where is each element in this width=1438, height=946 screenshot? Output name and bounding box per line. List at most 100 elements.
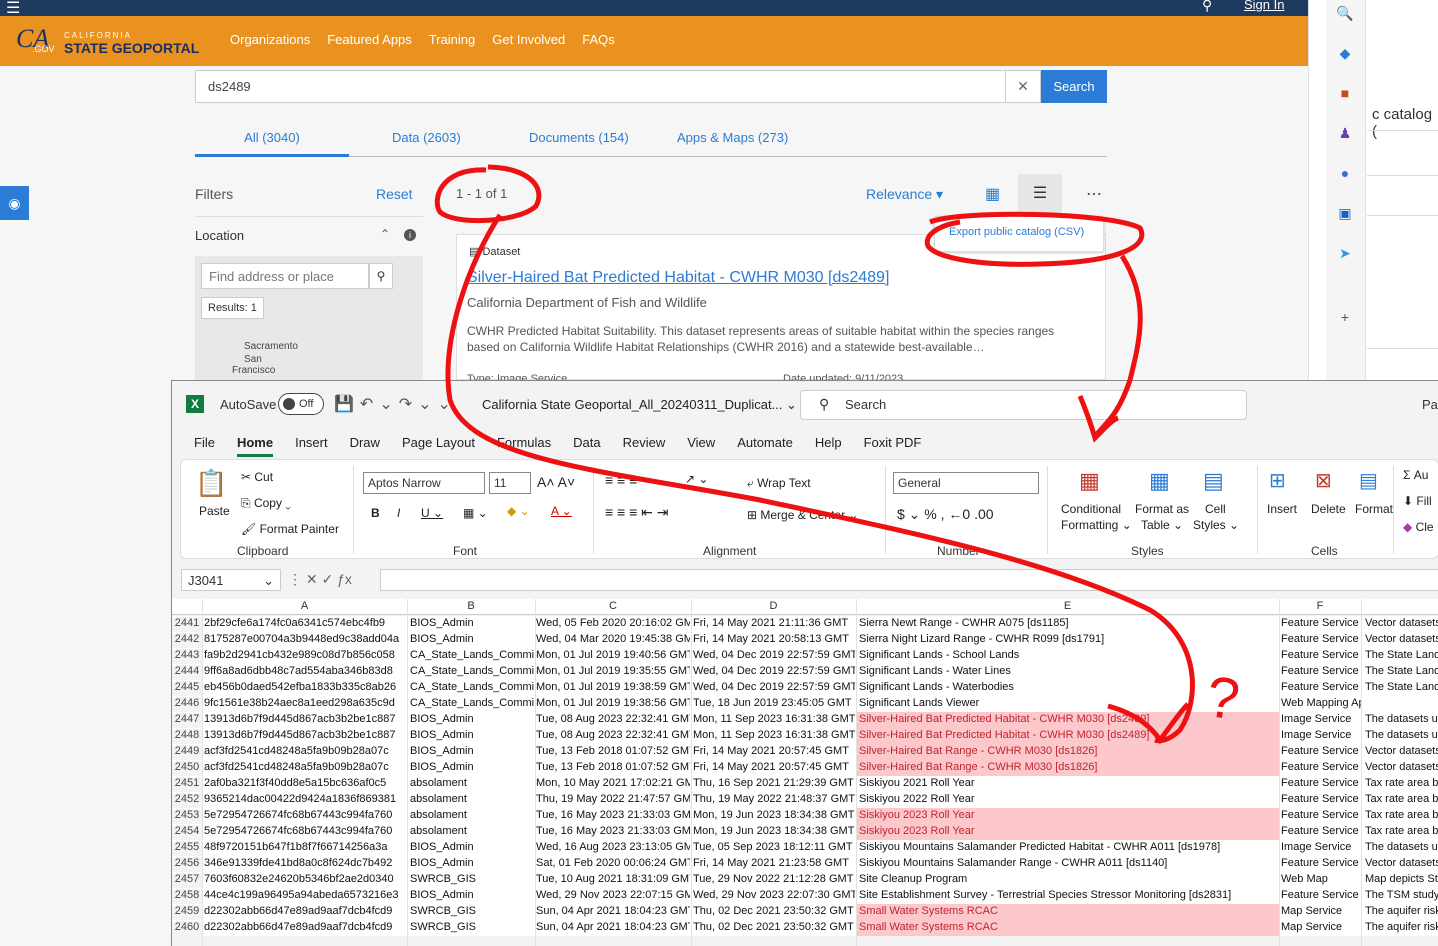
row-number[interactable]: 2456 [172, 857, 202, 873]
format-cells-button[interactable]: Format [1355, 502, 1393, 516]
cell-b[interactable]: absolament [410, 777, 534, 789]
row-number[interactable]: 2443 [172, 649, 202, 665]
send-icon[interactable]: ➤ [1336, 244, 1354, 262]
cell-g[interactable]: The datasets us [1365, 729, 1438, 741]
cell-c[interactable]: Tue, 10 Aug 2021 18:31:09 GMT [536, 873, 690, 885]
cell-a[interactable]: 9fc1561e38b24aec8a1eed298a635c9d [204, 697, 404, 709]
cell-e[interactable]: Small Water Systems RCAC [859, 905, 1277, 917]
cell-g[interactable]: The datasets us [1365, 841, 1438, 853]
cell-f[interactable]: Feature Service [1281, 857, 1361, 869]
table-row[interactable]: 2442 8175287e00704a3b9448ed9c38add04a BIOS… [172, 632, 1438, 649]
cell-g[interactable]: The aquifer risk [1365, 905, 1438, 917]
search-button[interactable]: Search [1041, 70, 1107, 103]
cell-e[interactable]: Siskiyou Mountains Salamander Range - CW… [859, 857, 1277, 869]
search-input[interactable]: ds2489 [195, 70, 1006, 103]
align-left-icon[interactable]: ≡ ≡ ≡ ⇤ ⇥ [605, 504, 669, 521]
wrap-text-button[interactable]: ⤶ Wrap Text [747, 476, 811, 491]
cell-c[interactable]: Wed, 29 Nov 2023 22:07:15 GMT [536, 889, 690, 901]
cell-e[interactable]: Significant Lands - Waterbodies [859, 681, 1277, 693]
cell-g[interactable]: The TSM study a [1365, 889, 1438, 901]
format-as-table-icon[interactable]: ▦ [1149, 468, 1170, 494]
bold-button[interactable]: B [371, 506, 380, 520]
cell-b[interactable]: absolament [410, 825, 534, 837]
cell-e[interactable]: Siskiyou 2023 Roll Year [859, 825, 1277, 837]
cell-f[interactable]: Feature Service [1281, 777, 1361, 789]
tab-view[interactable]: View [687, 435, 715, 457]
search-icon[interactable]: ⚲ [1202, 0, 1212, 14]
cell-b[interactable]: BIOS_Admin [410, 761, 534, 773]
cell-b[interactable]: BIOS_Admin [410, 617, 534, 629]
cell-b[interactable]: BIOS_Admin [410, 857, 534, 869]
cell-c[interactable]: Mon, 10 May 2021 17:02:21 GMT [536, 777, 690, 789]
cell-f[interactable]: Web Mapping Application [1281, 697, 1361, 709]
table-row[interactable]: 2450 acf3fd2541cd48248a5fa9b09b28a07c BIOS… [172, 760, 1438, 777]
cell-c[interactable]: Sun, 04 Apr 2021 18:04:23 GMT [536, 905, 690, 917]
cell-e[interactable]: Significant Lands - Water Lines [859, 665, 1277, 677]
search-icon[interactable]: 🔍 [1336, 4, 1354, 22]
cell-b[interactable]: CA_State_Lands_Commis [410, 649, 534, 661]
cell-d[interactable]: Wed, 04 Dec 2019 22:57:59 GMT [693, 649, 855, 661]
nav-get-involved[interactable]: Get Involved [492, 32, 565, 47]
cell-a[interactable]: 48f9720151b647f1b8f7f66714256a3a [204, 841, 404, 853]
excel-search-box[interactable]: ⚲ Search [800, 390, 1247, 420]
tab-insert[interactable]: Insert [295, 435, 328, 457]
cell-a[interactable]: 346e91339fde41bd8a0c8f624dc7b492 [204, 857, 404, 869]
row-number[interactable]: 2458 [172, 889, 202, 905]
column-header-b[interactable]: B [407, 600, 535, 612]
cell-c[interactable]: Mon, 01 Jul 2019 19:38:56 GMT [536, 697, 690, 709]
ca-gov-logo[interactable]: CA .GOV [16, 24, 58, 58]
location-filter-label[interactable]: Location [195, 228, 244, 243]
cell-a[interactable]: 5e72954726674fc68b67443c994fa760 [204, 809, 404, 821]
cell-b[interactable]: SWRCB_GIS [410, 873, 534, 885]
cell-styles-button[interactable]: Cell [1205, 502, 1226, 516]
format-painter-button[interactable]: 🖌 Format Painter [241, 522, 339, 536]
tab-home[interactable]: Home [236, 435, 274, 457]
cell-e[interactable]: Silver-Haired Bat Range - CWHR M030 [ds1… [859, 745, 1277, 757]
cell-f[interactable]: Feature Service [1281, 665, 1361, 677]
cell-e[interactable]: Site Establishment Survey - Terrestrial … [859, 889, 1277, 901]
cell-g[interactable]: Tax rate area bo [1365, 809, 1438, 821]
cell-c[interactable]: Wed, 04 Mar 2020 19:45:38 GMT [536, 633, 690, 645]
cell-e[interactable]: Siskiyou 2023 Roll Year [859, 809, 1277, 821]
table-row[interactable]: 2448 13913d6b7f9d445d867acb3b2be1c887 BIOS… [172, 728, 1438, 745]
format-as-table-button[interactable]: Format as [1135, 502, 1189, 516]
row-number[interactable]: 2444 [172, 665, 202, 681]
row-number[interactable]: 2457 [172, 873, 202, 889]
cell-a[interactable]: 8175287e00704a3b9448ed9c38add04a [204, 633, 404, 645]
cell-e[interactable]: Sierra Newt Range - CWHR A075 [ds1185] [859, 617, 1277, 629]
clear-search-button[interactable]: ✕ [1006, 70, 1041, 103]
tab-automate[interactable]: Automate [737, 435, 793, 457]
table-row[interactable]: 2452 9365214dac00422d9424a1836f869381 abso… [172, 792, 1438, 809]
cell-b[interactable]: SWRCB_GIS [410, 905, 534, 917]
cell-f[interactable]: Feature Service [1281, 809, 1361, 821]
reset-filters-link[interactable]: Reset [376, 186, 413, 202]
cell-a[interactable]: 5e72954726674fc68b67443c994fa760 [204, 825, 404, 837]
tab-apps-maps[interactable]: Apps & Maps (273) [677, 130, 788, 145]
copilot-icon[interactable]: ● [1336, 164, 1354, 182]
font-size-select[interactable]: 11 [489, 472, 531, 494]
cell-d[interactable]: Wed, 04 Dec 2019 22:57:59 GMT [693, 681, 855, 693]
cell-a[interactable]: acf3fd2541cd48248a5fa9b09b28a07c [204, 745, 404, 757]
tab-draw[interactable]: Draw [350, 435, 380, 457]
cell-d[interactable]: Tue, 29 Nov 2022 21:12:28 GMT [693, 873, 855, 885]
cell-g[interactable]: Tax rate area bo [1365, 777, 1438, 789]
cell-e[interactable]: Siskiyou 2022 Roll Year [859, 793, 1277, 805]
sign-in-link[interactable]: Sign In [1244, 0, 1284, 12]
orientation-icon[interactable]: ↗ ⌄ [685, 472, 708, 486]
cell-f[interactable]: Image Service [1281, 841, 1361, 853]
cell-d[interactable]: Fri, 14 May 2021 20:58:13 GMT [693, 633, 855, 645]
row-number[interactable]: 2448 [172, 729, 202, 745]
cell-a[interactable]: eb456b0daed542efba1833b335c8ab26 [204, 681, 404, 693]
sort-dropdown[interactable]: Relevance ▾ [866, 186, 943, 203]
result-title-link[interactable]: Silver-Haired Bat Predicted Habitat - CW… [467, 269, 889, 287]
row-number[interactable]: 2450 [172, 761, 202, 777]
font-color-icon[interactable]: A ⌄ [551, 504, 572, 518]
table-row[interactable]: 2459 d22302abb66d47e89ad9aaf7dcb4fcd9 SWRC… [172, 904, 1438, 921]
cell-e[interactable]: Silver-Haired Bat Predicted Habitat - CW… [859, 713, 1277, 725]
merge-center-button[interactable]: ⊞ Merge & Center ⌄ [747, 508, 858, 522]
paste-button[interactable]: Paste [199, 504, 230, 518]
cell-c[interactable]: Tue, 13 Feb 2018 01:07:52 GMT [536, 745, 690, 757]
cell-g[interactable]: The State Lands [1365, 665, 1438, 677]
cell-a[interactable]: 9365214dac00422d9424a1836f869381 [204, 793, 404, 805]
cell-f[interactable]: Feature Service [1281, 761, 1361, 773]
